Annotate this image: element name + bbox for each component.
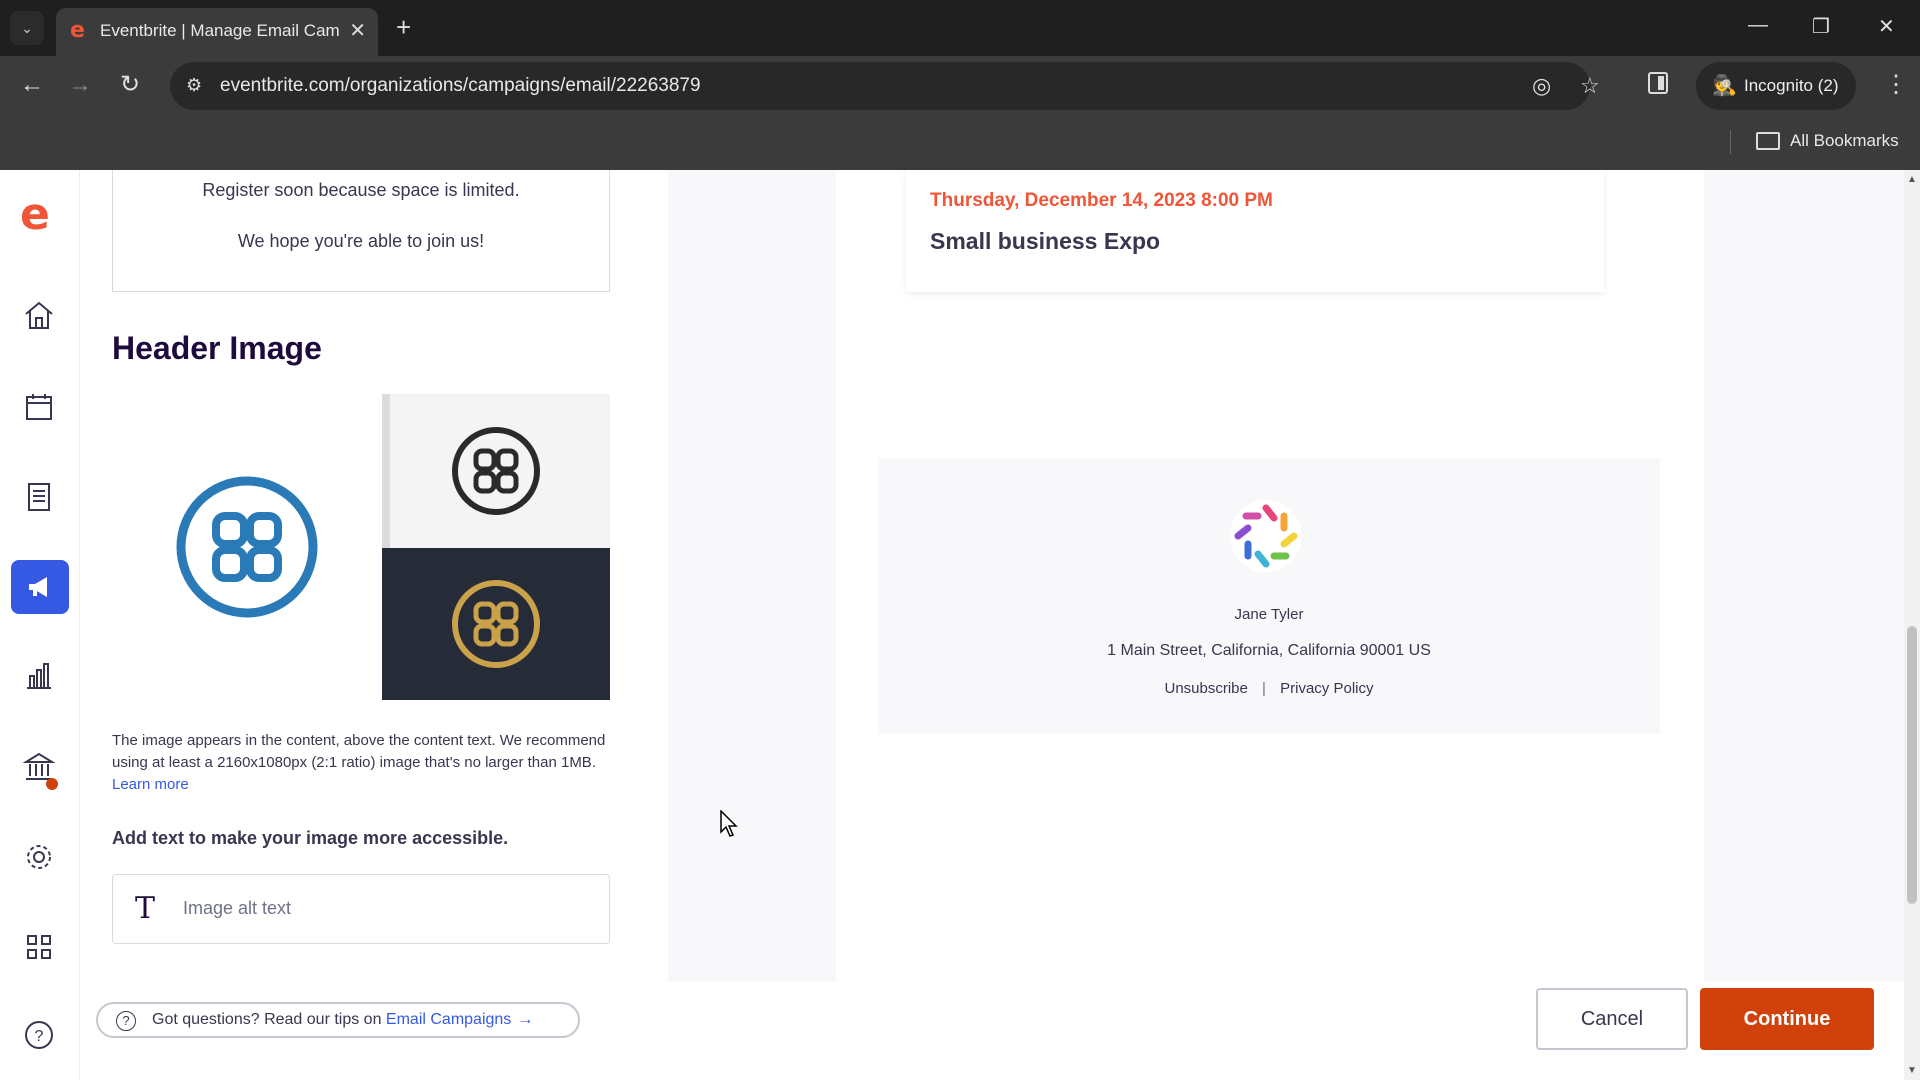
privacy-policy-link[interactable]: Privacy Policy [1280, 680, 1373, 697]
home-icon[interactable] [20, 296, 58, 334]
notification-dot [46, 778, 58, 790]
footer-links: Unsubscribe | Privacy Policy [878, 680, 1660, 697]
reload-icon[interactable]: ↻ [120, 72, 140, 98]
incognito-indicator[interactable]: 🕵 Incognito (2) [1696, 62, 1856, 110]
alt-text-placeholder: Image alt text [183, 898, 292, 918]
message-line-2: We hope you're able to join us! [237, 231, 485, 251]
cancel-button[interactable]: Cancel [1536, 988, 1688, 1050]
tab-title: Eventbrite | Manage Email Campaigns [100, 21, 340, 40]
learn-more-link[interactable]: Learn more [112, 776, 189, 793]
reports-chart-icon[interactable] [20, 656, 58, 694]
message-line-1: Register soon because space is limited. [202, 180, 520, 200]
all-bookmarks-button[interactable]: All Bookmarks [1790, 131, 1899, 151]
organizer-logo-icon [1230, 500, 1302, 572]
calendar-icon[interactable] [20, 388, 58, 426]
email-footer: Jane Tyler 1 Main Street, California, Ca… [878, 458, 1660, 734]
url-text[interactable]: eventbrite.com/organizations/campaigns/e… [220, 75, 701, 97]
arrow-right-icon[interactable]: → [517, 1011, 533, 1028]
organizer-name: Jane Tyler [1234, 606, 1304, 623]
eventbrite-logo[interactable]: e [20, 193, 58, 237]
tips-banner[interactable]: ? Got questions? Read our tips on Email … [96, 1002, 580, 1038]
text-type-icon: T [135, 891, 156, 926]
alt-text-label: Add text to make your image more accessi… [112, 828, 509, 848]
scrollbar-thumb[interactable] [1907, 626, 1917, 904]
browser-menu-icon[interactable]: ⋮ [1884, 70, 1908, 99]
left-nav: e ? [0, 170, 80, 1080]
minimize-window-icon[interactable]: — [1748, 14, 1768, 37]
tracking-protection-eye-off-icon[interactable]: ◎ [1532, 73, 1551, 99]
header-image-title: Header Image [112, 330, 322, 366]
settings-gear-icon[interactable] [20, 838, 58, 876]
eventbrite-favicon-icon: e [70, 18, 85, 43]
email-campaigns-link[interactable]: Email Campaigns [386, 1011, 511, 1028]
image-alt-text-input[interactable]: T Image alt text [112, 874, 610, 944]
incognito-label: Incognito (2) [1744, 76, 1839, 95]
close-window-icon[interactable]: ✕ [1878, 14, 1895, 39]
svg-text:?: ? [35, 1028, 44, 1045]
orders-list-icon[interactable] [20, 478, 58, 516]
folder-icon [1756, 132, 1780, 150]
bookmarks-bar: All Bookmarks [0, 116, 1920, 170]
header-image-help-text: The image appears in the content, above … [112, 730, 610, 796]
browser-tab-bar: ⌄ e Eventbrite | Manage Email Campaigns … [0, 0, 1920, 56]
apps-grid-icon[interactable] [20, 928, 58, 966]
forward-icon[interactable]: → [68, 72, 92, 98]
event-card: Thursday, December 14, 2023 8:00 PM Smal… [906, 170, 1604, 292]
bookmark-star-icon[interactable]: ☆ [1580, 73, 1600, 99]
close-tab-icon[interactable]: ✕ [349, 18, 366, 43]
back-icon[interactable]: ← [20, 72, 44, 98]
organizer-address: 1 Main Street, California, California 90… [1107, 642, 1431, 659]
tab-search-button[interactable]: ⌄ [10, 11, 44, 45]
mouse-cursor-icon [720, 810, 738, 837]
eventbrite-app: e ? Register soon because space is limit… [0, 170, 1920, 1080]
message-text-box[interactable]: Register soon because space is limited. … [112, 170, 610, 292]
email-editor-panel: Register soon because space is limited. … [80, 170, 668, 982]
scroll-up-arrow-icon[interactable]: ▲ [1907, 174, 1917, 185]
bookmarks-divider [1730, 130, 1731, 154]
help-text-body: The image appears in the content, above … [112, 732, 606, 771]
help-question-icon[interactable]: ? [20, 1016, 58, 1054]
new-tab-button[interactable]: + [396, 12, 411, 42]
page-scrollbar[interactable]: ▲ ▼ [1904, 170, 1920, 1080]
event-date: Thursday, December 14, 2023 8:00 PM [930, 190, 1273, 211]
continue-button[interactable]: Continue [1700, 988, 1874, 1050]
side-panel-icon[interactable] [1648, 72, 1668, 94]
address-bar[interactable]: ⚙ eventbrite.com/organizations/campaigns… [170, 62, 1600, 110]
footer-link-separator: | [1262, 680, 1266, 697]
site-info-icon[interactable]: ⚙ [186, 75, 202, 96]
tips-prefix: Got questions? Read our tips on [152, 1011, 386, 1028]
restore-window-icon[interactable]: ❐ [1812, 14, 1830, 39]
browser-tab-active[interactable]: e Eventbrite | Manage Email Campaigns ✕ [56, 8, 378, 56]
question-circle-icon: ? [116, 1011, 136, 1031]
bottom-action-bar: ? Got questions? Read our tips on Email … [80, 982, 1904, 1080]
header-image-graphic [112, 394, 610, 700]
unsubscribe-link[interactable]: Unsubscribe [1165, 680, 1248, 697]
marketing-megaphone-icon[interactable] [11, 560, 69, 614]
header-image-preview[interactable] [112, 394, 610, 700]
incognito-icon: 🕵 [1712, 75, 1737, 97]
event-name: Small business Expo [930, 228, 1161, 254]
scroll-down-arrow-icon[interactable]: ▼ [1907, 1065, 1917, 1076]
browser-toolbar: ← → ↻ ⚙ eventbrite.com/organizations/cam… [0, 56, 1920, 116]
